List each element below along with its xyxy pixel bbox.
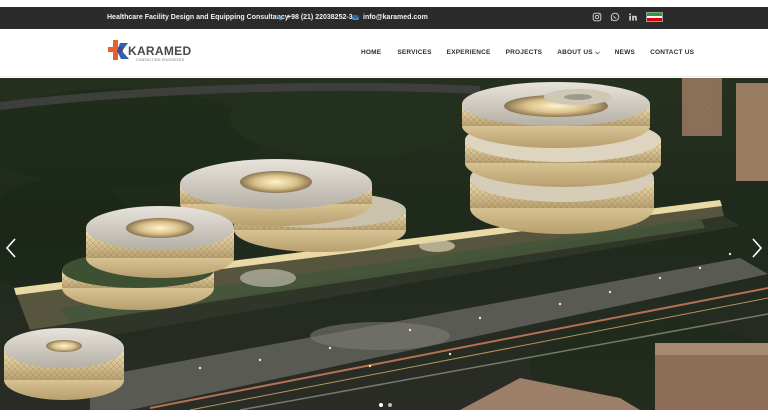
nav-label: NEWS <box>614 49 636 56</box>
nav-experience[interactable]: EXPERIENCE <box>447 49 491 56</box>
nav-news[interactable]: NEWS <box>615 49 635 56</box>
top-info-bar: Healthcare Facility Design and Equipping… <box>0 7 768 29</box>
nav-label: EXPERIENCE <box>446 49 491 56</box>
slider-dot[interactable] <box>379 403 383 407</box>
slider-next-button[interactable] <box>750 237 764 259</box>
logo-subtitle: CONSULTING ENGINEERS <box>136 58 185 62</box>
slider-pagination <box>379 403 392 407</box>
tagline: Healthcare Facility Design and Equipping… <box>107 14 289 21</box>
nav-projects[interactable]: PROJECTS <box>506 49 543 56</box>
mail-icon <box>352 15 359 20</box>
email-contact[interactable]: info@karamed.com <box>352 14 428 21</box>
main-header: KARAMED CONSULTING ENGINEERS HOME SERVIC… <box>0 29 768 77</box>
nav-services[interactable]: SERVICES <box>397 49 431 56</box>
nav-label: HOME <box>361 49 382 56</box>
chevron-down-icon <box>594 50 600 54</box>
social-links <box>592 12 663 22</box>
phone-contact[interactable]: +98 (21) 22038252-3 <box>276 14 353 21</box>
phone-icon <box>276 14 283 21</box>
nav-label: SERVICES <box>397 49 432 56</box>
iran-flag-icon[interactable] <box>646 12 663 22</box>
chevron-left-icon <box>5 238 16 258</box>
logo-wordmark: KARAMED <box>128 44 192 58</box>
linkedin-icon[interactable] <box>628 12 638 22</box>
email-address: info@karamed.com <box>363 14 428 21</box>
nav-label: ABOUT US <box>557 49 593 56</box>
nav-label: PROJECTS <box>505 49 543 56</box>
hero-slider <box>0 78 768 410</box>
slider-dot[interactable] <box>388 403 392 407</box>
nav-about-us[interactable]: ABOUT US <box>557 49 600 56</box>
slider-prev-button[interactable] <box>4 237 18 259</box>
nav-label: CONTACT US <box>650 49 695 56</box>
hero-image <box>0 78 768 410</box>
page: Healthcare Facility Design and Equipping… <box>0 0 768 418</box>
nav-contact-us[interactable]: CONTACT US <box>650 49 694 56</box>
logo[interactable]: KARAMED CONSULTING ENGINEERS <box>108 37 192 67</box>
chevron-right-icon <box>752 238 763 258</box>
nav-home[interactable]: HOME <box>361 49 381 56</box>
whatsapp-icon[interactable] <box>610 12 620 22</box>
main-nav: HOME SERVICES EXPERIENCE PROJECTS ABOUT … <box>361 49 694 56</box>
phone-number: +98 (21) 22038252-3 <box>287 14 353 21</box>
instagram-icon[interactable] <box>592 12 602 22</box>
